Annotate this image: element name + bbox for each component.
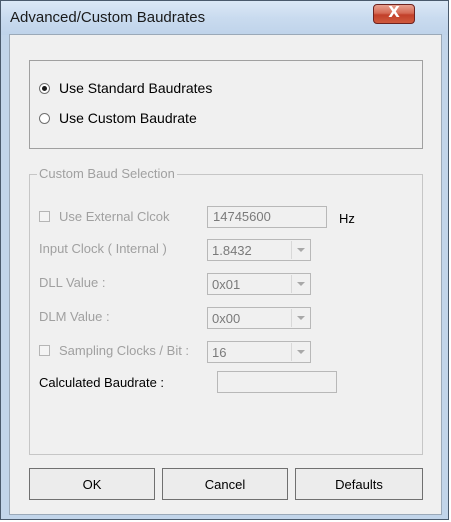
close-icon: X [388,3,400,21]
custom-baudrate-option[interactable]: Use Custom Baudrate [39,109,197,127]
close-button[interactable]: X [373,3,415,24]
input-clock-value: 1.8432 [212,243,252,258]
chevron-down-icon[interactable] [291,275,309,293]
dialog-window: Advanced/Custom Baudrates X Use Standard… [0,0,449,520]
dll-select[interactable]: 0x01 [207,273,311,295]
chevron-down-icon[interactable] [291,343,309,361]
window-title: Advanced/Custom Baudrates [10,9,206,26]
sampling-clocks-select[interactable]: 16 [207,341,311,363]
external-clock-unit: Hz [339,211,355,226]
standard-baudrates-label: Use Standard Baudrates [59,80,213,96]
custom-baud-group: Custom Baud Selection Use External Clcok… [29,166,423,455]
dll-value: 0x01 [212,277,241,292]
custom-baudrate-label: Use Custom Baudrate [59,110,197,126]
standard-baudrates-option[interactable]: Use Standard Baudrates [39,79,212,97]
sampling-clocks-option[interactable]: Sampling Clocks / Bit : [39,343,189,358]
sampling-clocks-value: 16 [212,345,227,360]
external-clock-field[interactable]: 14745600 [207,206,327,228]
chevron-down-icon[interactable] [291,241,309,259]
custom-baudrate-radio[interactable] [39,112,50,124]
baud-mode-group: Use Standard Baudrates Use Custom Baudra… [29,60,423,149]
input-clock-label: Input Clock ( Internal ) [39,241,167,256]
external-clock-option[interactable]: Use External Clcok [39,209,170,224]
sampling-clocks-checkbox[interactable] [39,345,50,356]
dll-label: DLL Value : [39,275,106,290]
ok-button[interactable]: OK [29,468,155,500]
calculated-baudrate-label: Calculated Baudrate : [39,375,165,390]
dlm-label: DLM Value : [39,309,110,324]
calculated-baudrate-field [217,371,337,393]
standard-baudrates-radio[interactable] [39,82,50,94]
sampling-clocks-label: Sampling Clocks / Bit : [59,343,190,358]
title-bar[interactable]: Advanced/Custom Baudrates X [1,1,448,35]
external-clock-label: Use External Clcok [59,209,170,224]
cancel-button[interactable]: Cancel [162,468,288,500]
dlm-select[interactable]: 0x00 [207,307,311,329]
defaults-button[interactable]: Defaults [295,468,423,500]
dialog-client-area: Use Standard Baudrates Use Custom Baudra… [9,34,442,515]
custom-baud-legend: Custom Baud Selection [37,166,177,181]
input-clock-select[interactable]: 1.8432 [207,239,311,261]
chevron-down-icon[interactable] [291,309,309,327]
dlm-value: 0x00 [212,311,241,326]
external-clock-checkbox[interactable] [39,211,50,222]
